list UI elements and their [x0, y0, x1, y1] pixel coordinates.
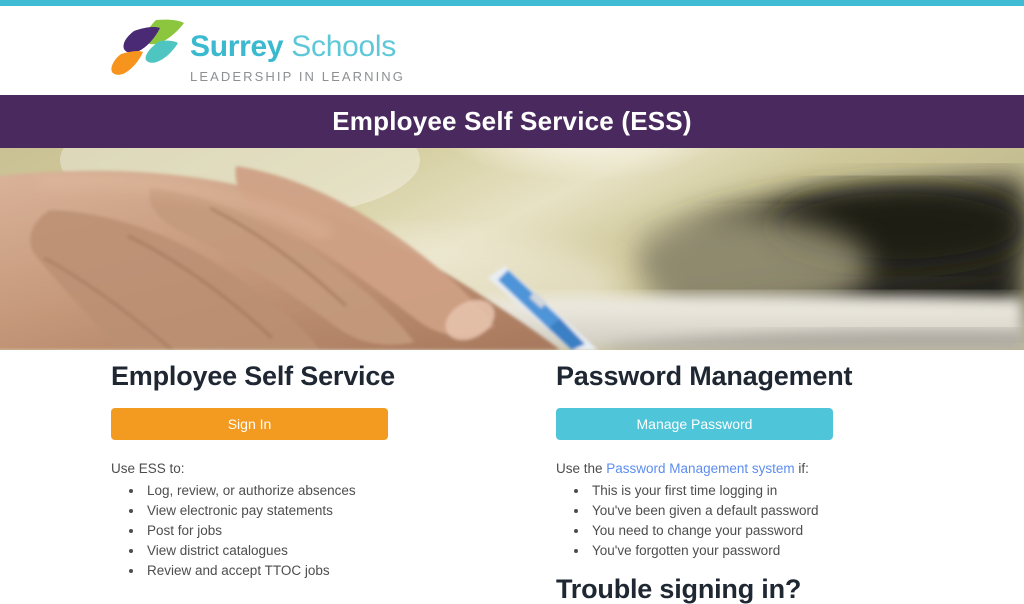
page-title-banner: Employee Self Service (ESS) — [0, 95, 1024, 148]
manage-password-button[interactable]: Manage Password — [556, 407, 833, 440]
ess-feature-list: Log, review, or authorize absences View … — [111, 481, 548, 581]
main-content: Employee Self Service Sign In Use ESS to… — [0, 350, 1024, 603]
password-management-section: Password Management Manage Password Use … — [548, 350, 1024, 603]
sign-in-button[interactable]: Sign In — [111, 407, 388, 440]
page-title: Employee Self Service (ESS) — [332, 106, 692, 136]
password-intro-suffix: if: — [794, 460, 809, 476]
logo-wordmark: Surrey Schools — [190, 32, 405, 62]
list-item: Log, review, or authorize absences — [144, 481, 548, 501]
employee-self-service-section: Employee Self Service Sign In Use ESS to… — [0, 350, 548, 580]
ess-intro-text: Use ESS to: — [111, 460, 185, 476]
password-intro-text: Use the Password Management system if: — [556, 460, 1024, 479]
logo-tagline: LEADERSHIP IN LEARNING — [190, 69, 406, 84]
ess-heading: Employee Self Service — [111, 361, 395, 391]
logo-name-bold: Surrey — [190, 30, 284, 63]
hero-image — [0, 148, 1024, 350]
password-reason-list: This is your first time logging in You'v… — [556, 481, 1024, 561]
password-intro-prefix: Use the — [556, 460, 607, 476]
list-item: View district catalogues — [144, 541, 548, 561]
list-item: Review and accept TTOC jobs — [144, 561, 548, 581]
password-management-system-link[interactable]: Password Management system — [606, 461, 794, 476]
list-item: You've forgotten your password — [589, 541, 1024, 561]
list-item: Post for jobs — [144, 521, 548, 541]
list-item: You need to change your password — [589, 521, 1024, 541]
four-leaf-swoosh-icon — [111, 19, 184, 75]
list-item: You've been given a default password — [589, 501, 1024, 521]
list-item: View electronic pay statements — [144, 501, 548, 521]
hero-photo — [0, 148, 1024, 350]
list-item: This is your first time logging in — [589, 481, 1024, 501]
site-header: Surrey Schools LEADERSHIP IN LEARNING — [0, 6, 1024, 95]
surrey-schools-logo[interactable]: Surrey Schools LEADERSHIP IN LEARNING — [108, 14, 405, 84]
logo-name-light: Schools — [283, 30, 396, 63]
trouble-signing-in-heading: Trouble signing in? — [556, 573, 802, 604]
password-management-heading: Password Management — [556, 361, 853, 391]
